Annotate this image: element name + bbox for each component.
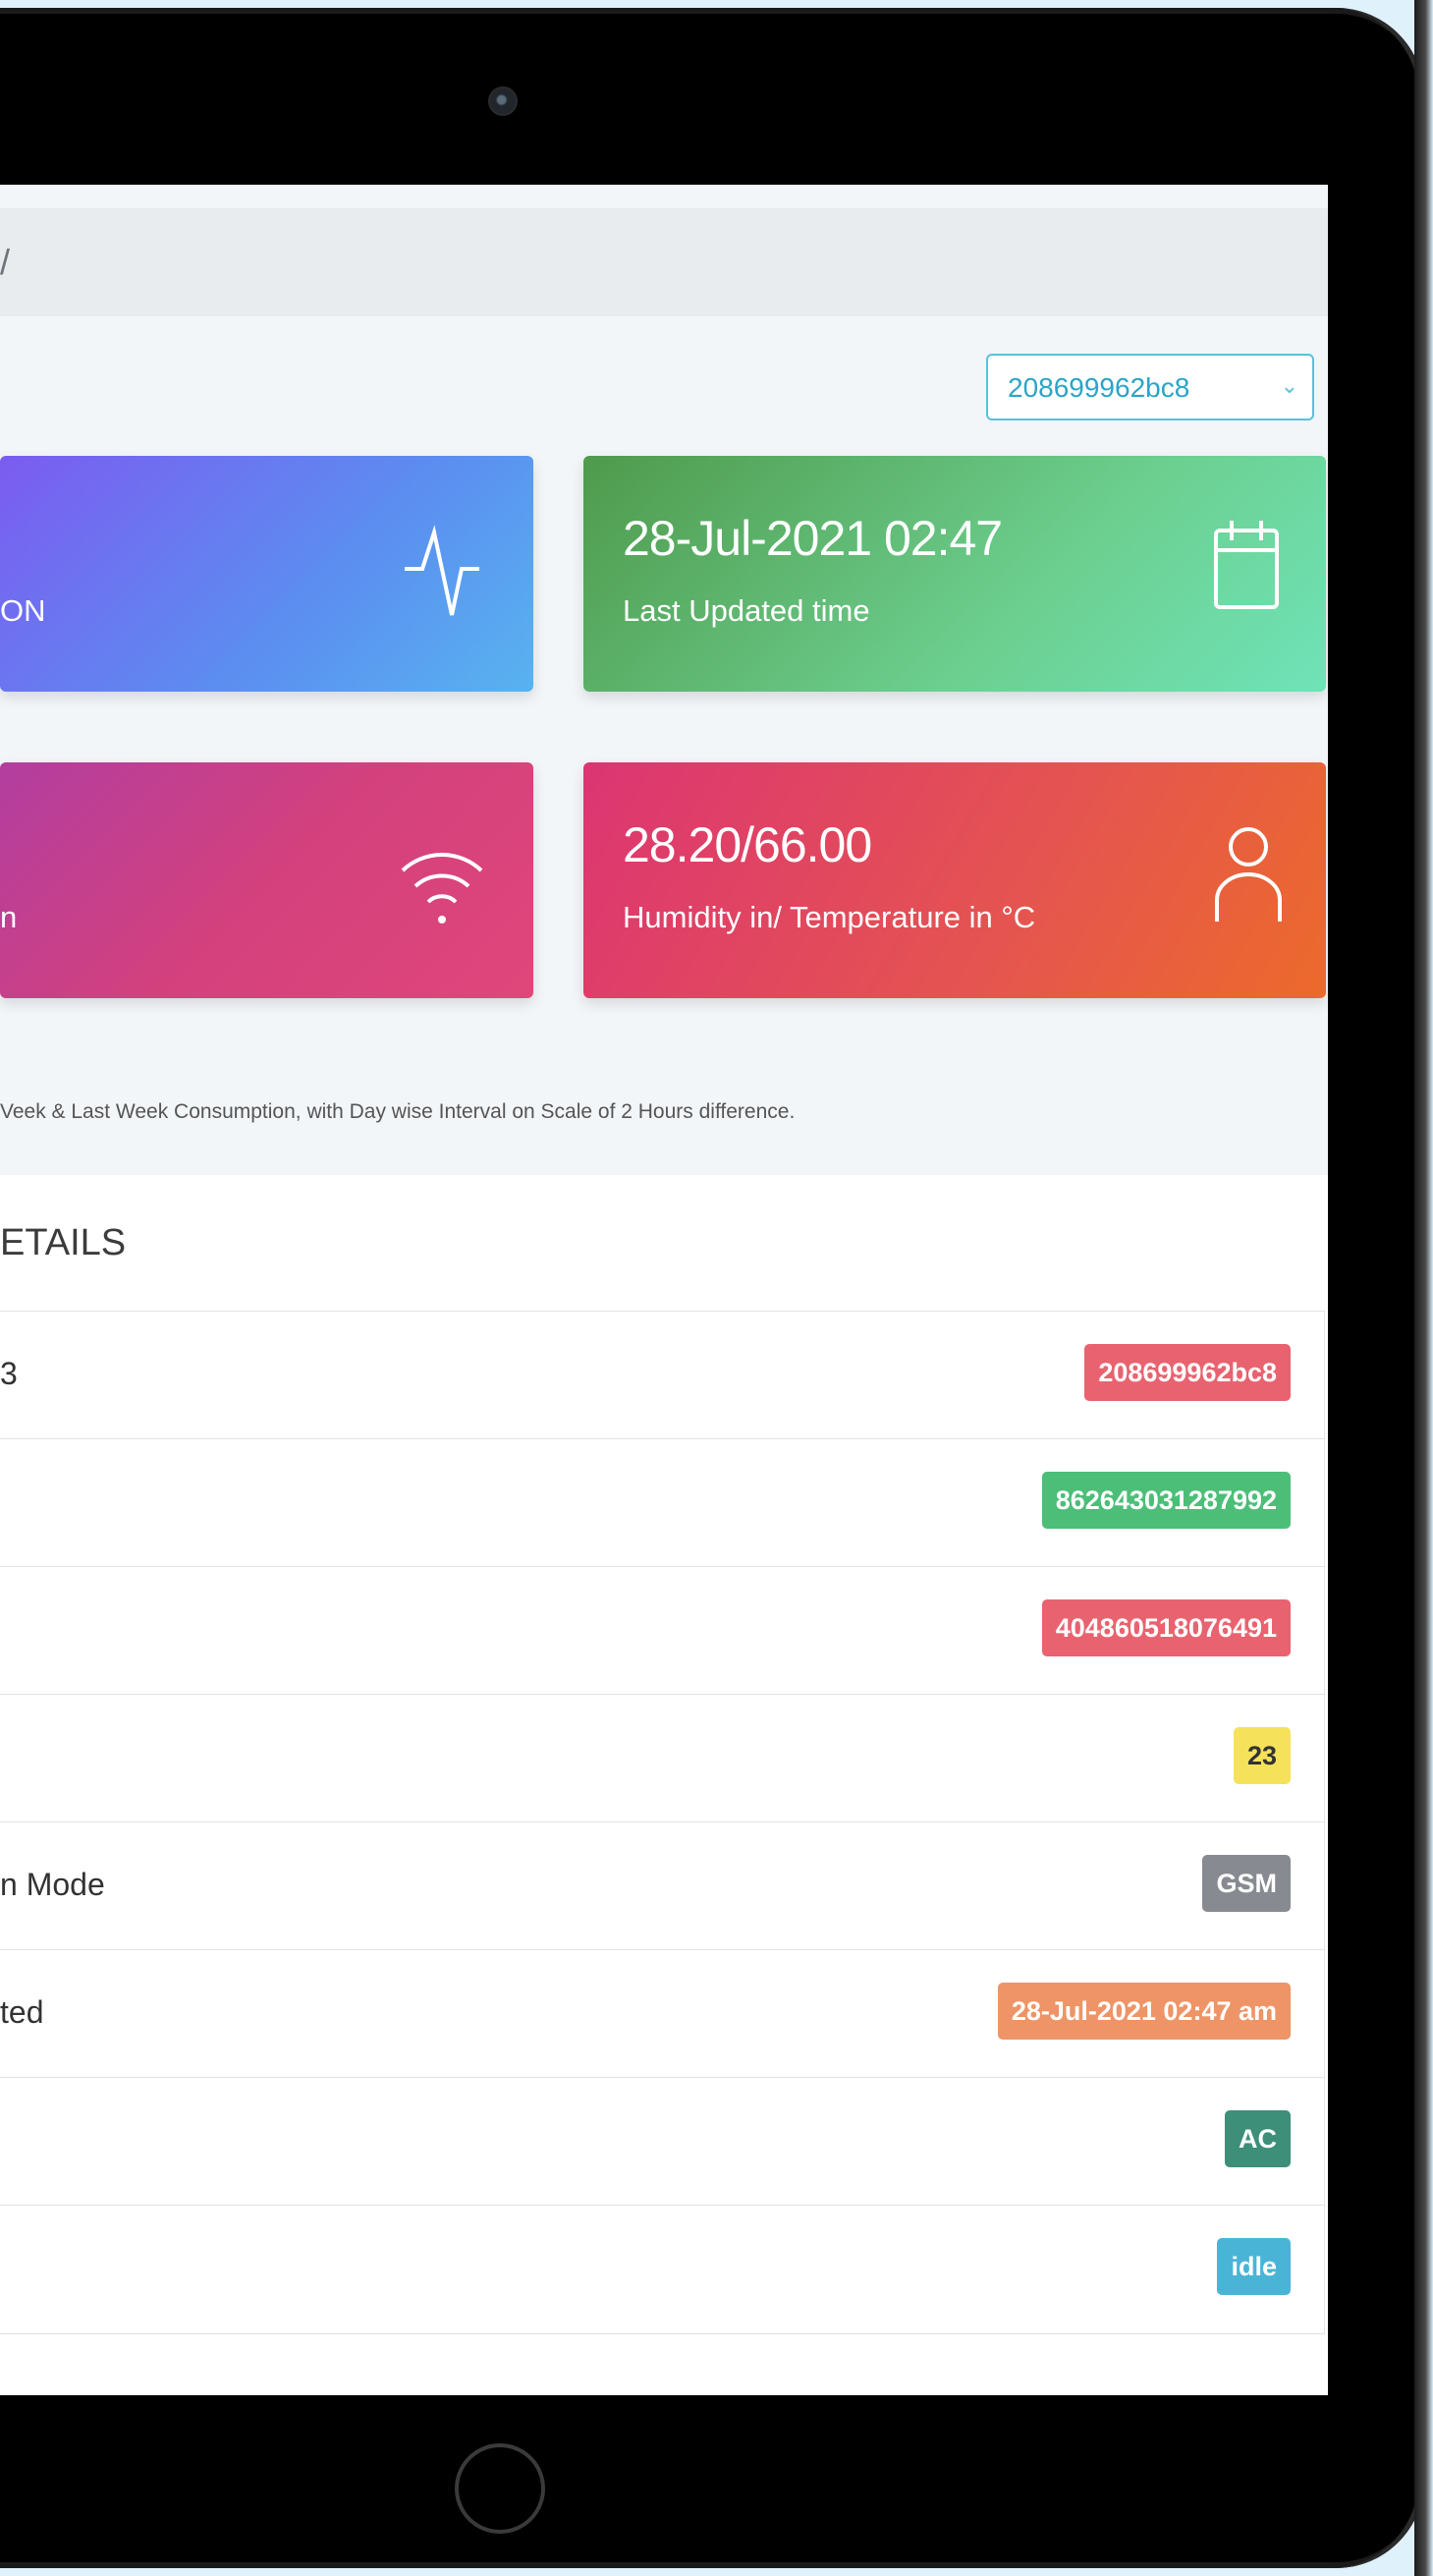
- wifi-icon: [401, 853, 483, 924]
- device-id-badge: 208699962bc8: [1084, 1344, 1291, 1401]
- signal-strength-badge: 23: [1233, 1727, 1291, 1784]
- power-status-card: ON: [0, 456, 533, 692]
- device-details-panel: ETAILS 3 208699962bc8 862643031287992 40…: [0, 1175, 1328, 2395]
- details-row-communication-mode: n Mode GSM: [0, 1822, 1324, 1950]
- row-label: ted: [0, 1994, 44, 2030]
- details-row-last-updated: ted 28-Jul-2021 02:47 am: [0, 1950, 1324, 2078]
- chevron-down-icon: ⌄: [1280, 373, 1298, 398]
- humidity-temperature-card: 28.20/66.00 Humidity in/ Temperature in …: [583, 762, 1326, 998]
- last-updated-value: 28-Jul-2021 02:47: [623, 511, 1003, 566]
- last-updated-badge: 28-Jul-2021 02:47 am: [997, 1983, 1291, 2040]
- front-camera: [488, 86, 518, 116]
- details-row-state: idle: [0, 2206, 1324, 2333]
- row-label: 3: [0, 1356, 18, 1391]
- breadcrumb-separator: /: [0, 242, 11, 282]
- details-row-imei: 862643031287992: [0, 1439, 1324, 1567]
- state-badge: idle: [1217, 2238, 1291, 2295]
- tablet-screen: / 208699962bc8 ⌄ ON 28-Jul-2021 02:47 La…: [0, 185, 1328, 2395]
- imsi-badge: 404860518076491: [1041, 1599, 1291, 1656]
- home-button[interactable]: [455, 2443, 545, 2534]
- imei-badge: 862643031287992: [1041, 1472, 1291, 1529]
- details-row-signal: 23: [0, 1695, 1324, 1822]
- pulse-icon: [405, 525, 479, 616]
- device-select-value: 208699962bc8: [1008, 372, 1190, 403]
- last-updated-card: 28-Jul-2021 02:47 Last Updated time: [583, 456, 1326, 692]
- row-label: n Mode: [0, 1867, 105, 1902]
- consumption-note: Veek & Last Week Consumption, with Day w…: [0, 1100, 796, 1123]
- details-row-device-id: 3 208699962bc8: [0, 1312, 1324, 1439]
- details-title: ETAILS: [0, 1222, 127, 1263]
- signal-card: n: [0, 762, 533, 998]
- humidity-temperature-label: Humidity in/ Temperature in °C: [623, 900, 1036, 934]
- details-row-power-type: AC: [0, 2078, 1324, 2206]
- device-select[interactable]: 208699962bc8 ⌄: [986, 354, 1314, 420]
- humidity-temperature-value: 28.20/66.00: [623, 817, 872, 872]
- breadcrumb: /: [0, 208, 1328, 316]
- tablet-edge: [1414, 0, 1433, 2576]
- calendar-icon: [1214, 521, 1279, 609]
- details-list: 3 208699962bc8 862643031287992 404860518…: [0, 1311, 1325, 2334]
- power-type-badge: AC: [1225, 2110, 1291, 2167]
- user-icon: [1215, 827, 1282, 922]
- power-status-label: ON: [0, 593, 46, 628]
- last-updated-label: Last Updated time: [623, 593, 870, 628]
- details-row-imsi: 404860518076491: [0, 1567, 1324, 1695]
- signal-label: n: [0, 900, 18, 934]
- communication-mode-badge: GSM: [1202, 1855, 1291, 1912]
